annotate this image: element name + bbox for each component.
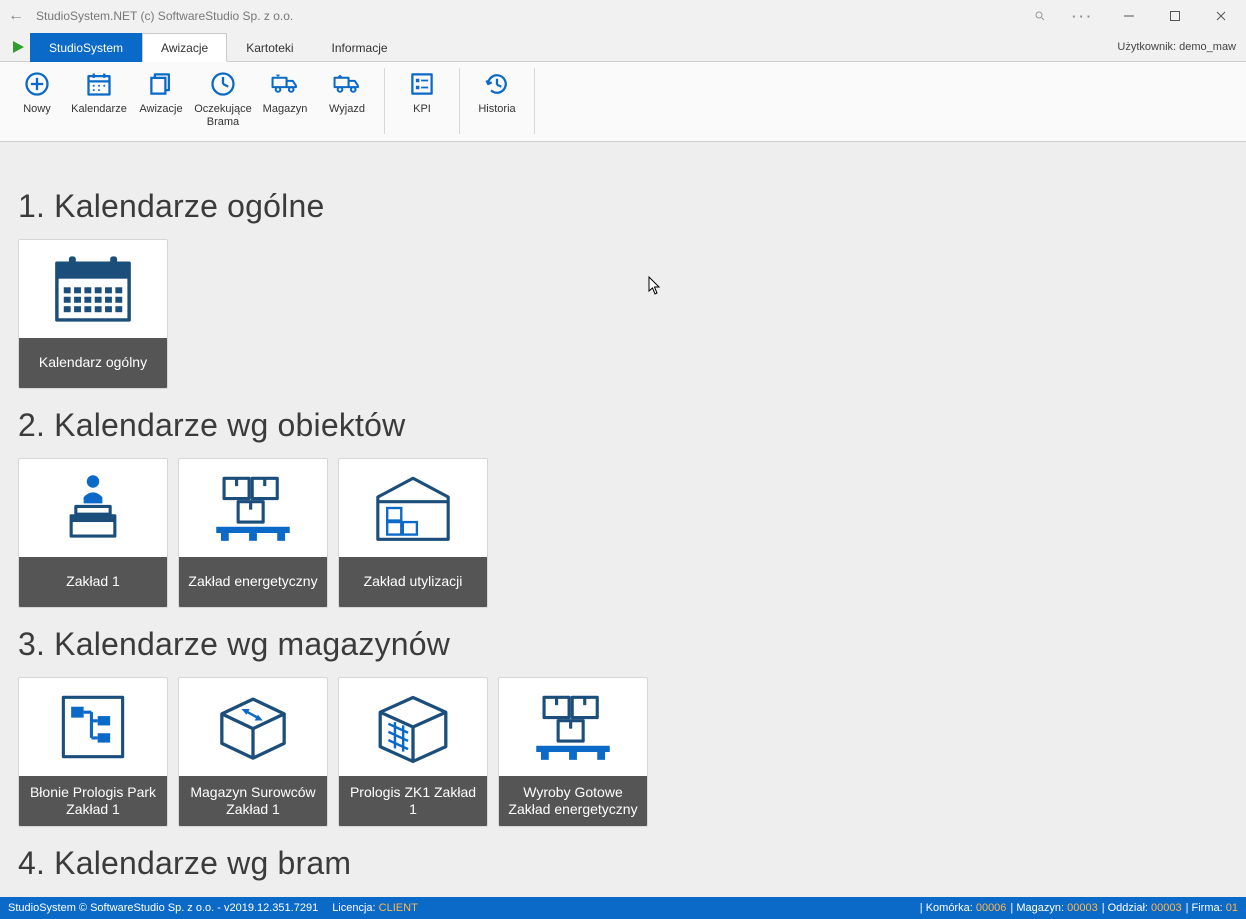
ribbon-oczekujące-brama[interactable]: OczekująceBrama: [192, 66, 254, 128]
tile-label: Błonie Prologis Park Zakład 1: [19, 776, 167, 826]
flowchart-icon: [19, 678, 167, 776]
warehouse-icon: [339, 459, 487, 557]
tabstrip: StudioSystem Awizacje Kartoteki Informac…: [0, 32, 1246, 62]
tile-label: Zakład utylizacji: [339, 557, 487, 607]
ribbon-label: Awizacje: [139, 103, 182, 116]
section-title: 4. Kalendarze wg bram: [18, 845, 1228, 882]
tile[interactable]: Zakład energetyczny: [178, 458, 328, 608]
maximize-button[interactable]: [1152, 1, 1198, 31]
ribbon-group-1: Nowy Kalendarze Awizacje OczekująceBrama Mag…: [6, 66, 378, 128]
ribbon-wyjazd[interactable]: Wyjazd: [316, 66, 378, 128]
ribbon-label: Nowy: [23, 103, 51, 116]
status-segment: | Magazyn: 00003: [1010, 902, 1097, 914]
more-button[interactable]: ···: [1060, 1, 1106, 31]
statusbar: StudioSystem © SoftwareStudio Sp. z o.o.…: [0, 897, 1246, 919]
search-icon[interactable]: [1020, 1, 1060, 31]
status-segment: | Firma: 01: [1186, 902, 1238, 914]
ribbon-group-2: KPI: [391, 66, 453, 116]
tile-label: Zakład energetyczny: [179, 557, 327, 607]
section-title: 1. Kalendarze ogólne: [18, 188, 1228, 225]
tile[interactable]: Zakład 1: [18, 458, 168, 608]
status-segment: | Oddział: 00003: [1102, 902, 1182, 914]
user-info: Użytkownik: demo_maw: [1117, 32, 1246, 61]
tab-informacje[interactable]: Informacje: [313, 33, 407, 62]
history-icon: [483, 70, 511, 98]
section-title: 2. Kalendarze wg obiektów: [18, 407, 1228, 444]
ribbon-kalendarze[interactable]: Kalendarze: [68, 66, 130, 128]
tiles-row: Kalendarz ogólny: [18, 239, 1228, 389]
plus-circle-icon: [23, 70, 51, 98]
minimize-button[interactable]: [1106, 1, 1152, 31]
ribbon-magazyn[interactable]: Magazyn: [254, 66, 316, 128]
clock-icon: [209, 70, 237, 98]
section-title: 3. Kalendarze wg magazynów: [18, 626, 1228, 663]
ribbon-label: OczekująceBrama: [194, 103, 251, 128]
tab-kartoteki[interactable]: Kartoteki: [227, 33, 312, 62]
box-arrows-icon: [179, 678, 327, 776]
ribbon-label: Magazyn: [263, 103, 308, 116]
titlebar: ← StudioSystem.NET (c) SoftwareStudio Sp…: [0, 0, 1246, 32]
calendar-icon: [85, 70, 113, 98]
podium-icon: [19, 459, 167, 557]
tile[interactable]: Prologis ZK1 Zakład 1: [338, 677, 488, 827]
ribbon-label: Historia: [478, 103, 515, 116]
ribbon-group-3: Historia: [466, 66, 528, 116]
status-license: Licencja: CLIENT: [332, 902, 418, 914]
calendar-large-icon: [19, 240, 167, 338]
tile[interactable]: Wyroby Gotowe Zakład energetyczny: [498, 677, 648, 827]
tile-label: Magazyn Surowców Zakład 1: [179, 776, 327, 826]
tile[interactable]: Magazyn Surowców Zakład 1: [178, 677, 328, 827]
status-version: StudioSystem © SoftwareStudio Sp. z o.o.…: [8, 902, 318, 914]
play-icon[interactable]: [6, 32, 30, 61]
tab-studiosystem[interactable]: StudioSystem: [30, 33, 142, 62]
ribbon-label: Kalendarze: [71, 103, 127, 116]
ribbon-label: Wyjazd: [329, 103, 365, 116]
kpi-icon: [408, 70, 436, 98]
truck-out-icon: [333, 70, 361, 98]
ribbon-historia[interactable]: Historia: [466, 66, 528, 116]
close-button[interactable]: [1198, 1, 1244, 31]
tile[interactable]: Zakład utylizacji: [338, 458, 488, 608]
tiles-row: Zakład 1Zakład energetycznyZakład utyliz…: [18, 458, 1228, 608]
ribbon-separator: [534, 68, 535, 134]
building-icon: [339, 678, 487, 776]
tile-label: Kalendarz ogólny: [19, 338, 167, 388]
pallet-boxes-icon: [499, 678, 647, 776]
content-area[interactable]: 1. Kalendarze ogólne Kalendarz ogólny 2. …: [0, 142, 1246, 897]
tile-label: Wyroby Gotowe Zakład energetyczny: [499, 776, 647, 826]
tile[interactable]: Kalendarz ogólny: [18, 239, 168, 389]
back-button[interactable]: ←: [2, 7, 30, 25]
tab-awizacje[interactable]: Awizacje: [142, 33, 227, 62]
status-segment: | Komórka: 00006: [920, 902, 1007, 914]
tile-label: Zakład 1: [19, 557, 167, 607]
ribbon-separator: [384, 68, 385, 134]
truck-in-icon: [271, 70, 299, 98]
window-title: StudioSystem.NET (c) SoftwareStudio Sp. …: [30, 9, 293, 23]
ribbon-separator: [459, 68, 460, 134]
pallet-boxes-icon: [179, 459, 327, 557]
ribbon: Nowy Kalendarze Awizacje OczekująceBrama Mag…: [0, 62, 1246, 142]
tiles-row: Błonie Prologis Park Zakład 1Magazyn Sur…: [18, 677, 1228, 827]
ribbon-kpi[interactable]: KPI: [391, 66, 453, 116]
ribbon-label: KPI: [413, 103, 431, 116]
tile[interactable]: Błonie Prologis Park Zakład 1: [18, 677, 168, 827]
ribbon-nowy[interactable]: Nowy: [6, 66, 68, 128]
ribbon-awizacje[interactable]: Awizacje: [130, 66, 192, 128]
copy-icon: [147, 70, 175, 98]
tile-label: Prologis ZK1 Zakład 1: [339, 776, 487, 826]
